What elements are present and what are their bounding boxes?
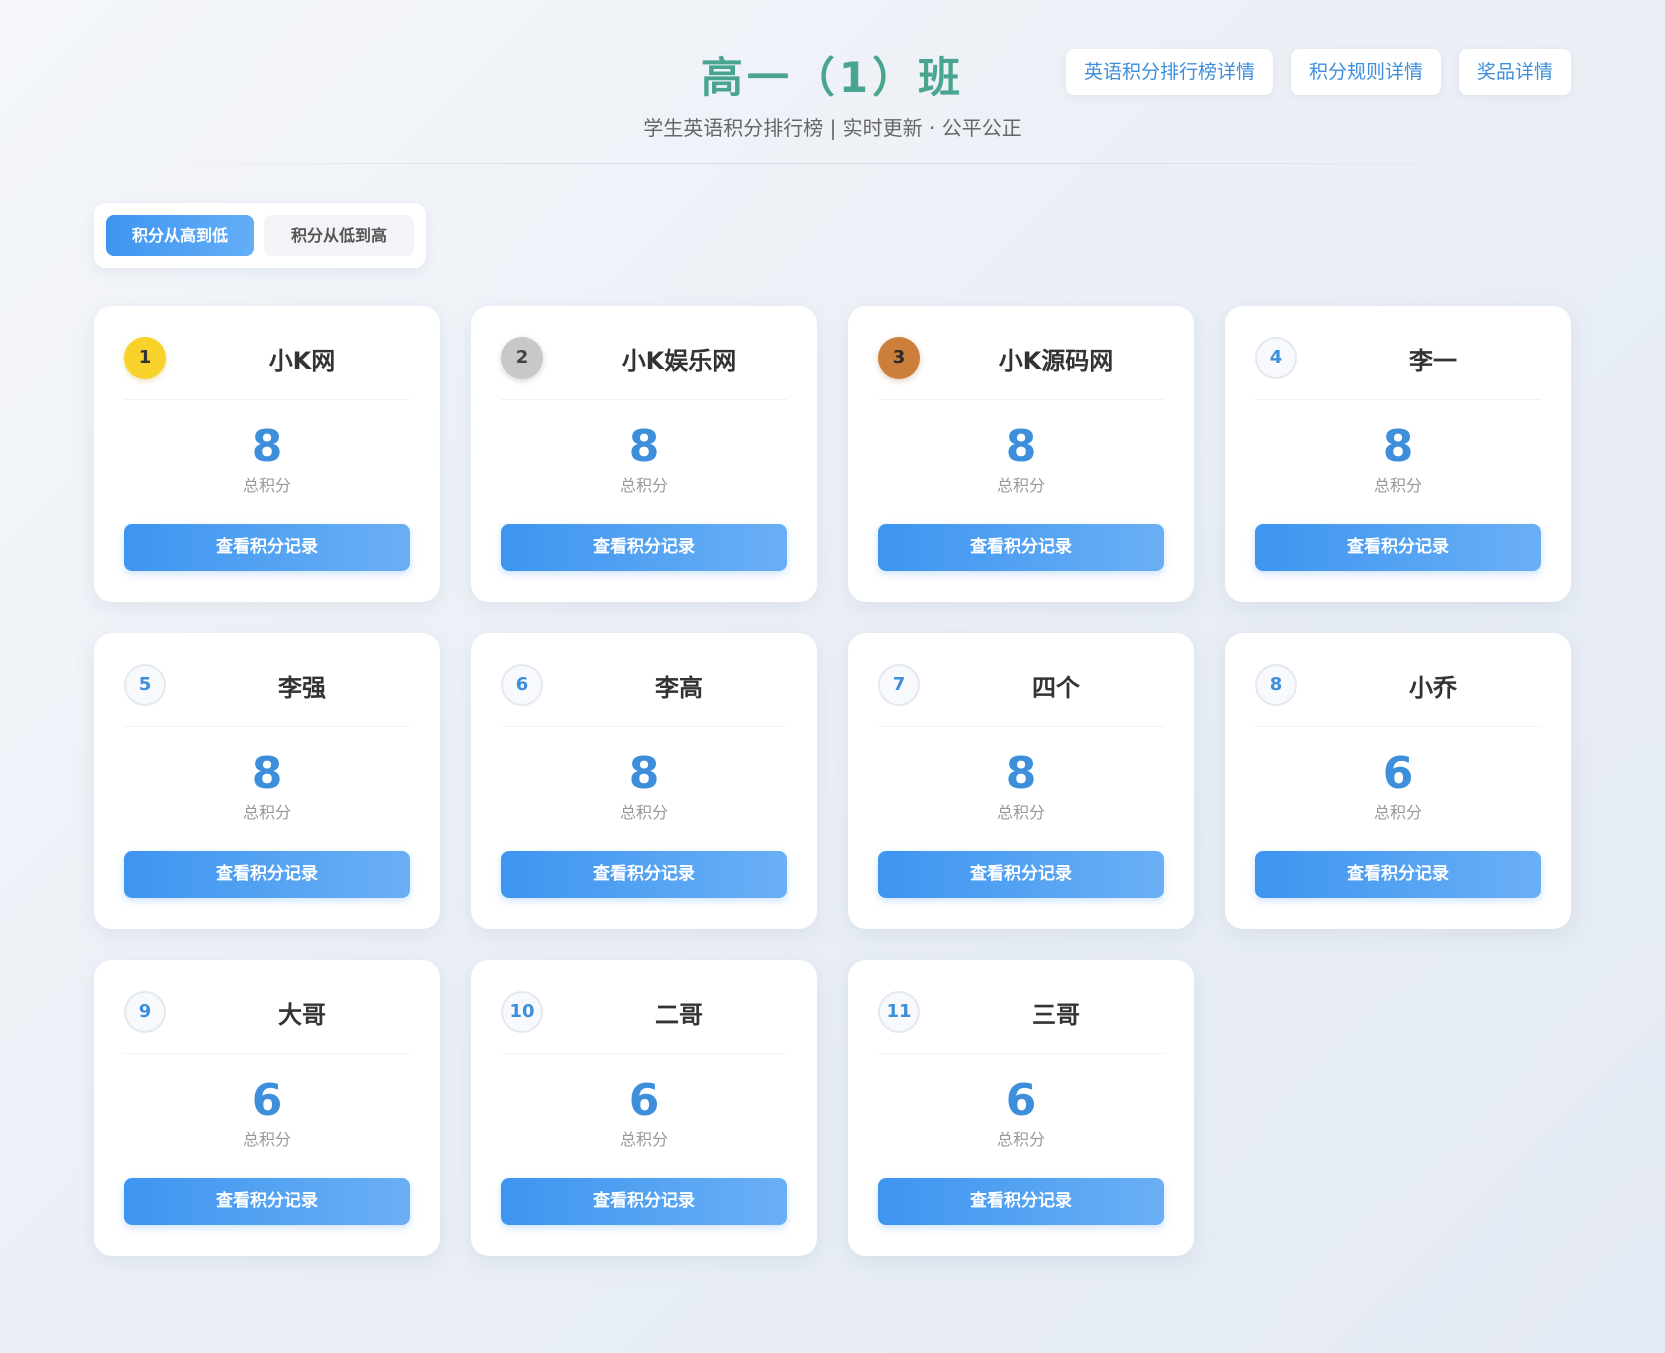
header-divider xyxy=(130,163,1570,164)
view-score-record-button[interactable]: 查看积分记录 xyxy=(1255,524,1541,571)
student-card: 1 小K网 8 总积分查看积分记录 xyxy=(94,306,440,602)
rank-badge: 2 xyxy=(501,337,543,379)
student-name: 李强 xyxy=(278,674,326,702)
score-value: 8 xyxy=(1005,748,1037,799)
rank-badge: 8 xyxy=(1255,664,1297,706)
student-card: 9 大哥 6 总积分查看积分记录 xyxy=(94,960,440,1256)
view-score-record-button[interactable]: 查看积分记录 xyxy=(124,524,410,571)
prize-details-link[interactable]: 奖品详情 xyxy=(1458,49,1571,95)
sort-toggle: 积分从高到低 积分从低到高 xyxy=(94,203,426,268)
score-value: 6 xyxy=(251,1075,283,1126)
score-label: 总积分 xyxy=(1373,803,1422,822)
rank-badge: 9 xyxy=(124,991,166,1033)
student-name: 大哥 xyxy=(278,1001,326,1029)
view-score-record-button[interactable]: 查看积分记录 xyxy=(878,851,1164,898)
card-divider xyxy=(878,1053,1164,1054)
score-label: 总积分 xyxy=(242,476,291,495)
student-card: 10 二哥 6 总积分查看积分记录 xyxy=(471,960,817,1256)
score-label: 总积分 xyxy=(996,476,1045,495)
student-name: 小K网 xyxy=(268,347,336,375)
score-value: 8 xyxy=(251,421,283,472)
score-label: 总积分 xyxy=(996,1130,1045,1149)
student-name: 小K娱乐网 xyxy=(621,347,737,375)
view-score-record-button[interactable]: 查看积分记录 xyxy=(501,524,787,571)
view-score-record-button[interactable]: 查看积分记录 xyxy=(1255,851,1541,898)
score-label: 总积分 xyxy=(619,1130,668,1149)
score-value: 6 xyxy=(628,1075,660,1126)
student-card: 8 小乔 6 总积分查看积分记录 xyxy=(1225,633,1571,929)
card-divider xyxy=(124,1053,410,1054)
rank-badge: 7 xyxy=(878,664,920,706)
card-divider xyxy=(1255,399,1541,400)
sort-low-to-high-button[interactable]: 积分从低到高 xyxy=(264,215,414,256)
view-score-record-button[interactable]: 查看积分记录 xyxy=(878,1178,1164,1225)
rank-badge: 4 xyxy=(1255,337,1297,379)
score-value: 8 xyxy=(628,421,660,472)
student-name: 李高 xyxy=(655,674,703,702)
score-label: 总积分 xyxy=(1373,476,1422,495)
score-label: 总积分 xyxy=(996,803,1045,822)
card-divider xyxy=(878,726,1164,727)
view-score-record-button[interactable]: 查看积分记录 xyxy=(501,851,787,898)
student-card: 6 李高 8 总积分查看积分记录 xyxy=(471,633,817,929)
rank-badge: 10 xyxy=(501,991,543,1033)
view-score-record-button[interactable]: 查看积分记录 xyxy=(124,851,410,898)
card-divider xyxy=(878,399,1164,400)
score-value: 8 xyxy=(1005,421,1037,472)
score-label: 总积分 xyxy=(242,1130,291,1149)
rank-badge: 1 xyxy=(124,337,166,379)
student-name: 二哥 xyxy=(655,1001,703,1029)
card-divider xyxy=(501,399,787,400)
student-card: 5 李强 8 总积分查看积分记录 xyxy=(94,633,440,929)
page-subtitle: 学生英语积分排行榜 | 实时更新 · 公平公正 xyxy=(643,116,1022,140)
rank-badge: 11 xyxy=(878,991,920,1033)
score-value: 8 xyxy=(628,748,660,799)
student-card: 2 小K娱乐网 8 总积分查看积分记录 xyxy=(471,306,817,602)
score-label: 总积分 xyxy=(242,803,291,822)
score-value: 6 xyxy=(1382,748,1414,799)
student-card-grid: 1 小K网 8 总积分 查看积分记录 2 小K娱乐网 8 总积分 查看积分记录 3 小K源码网 8 总积分… xyxy=(94,306,1571,1256)
rank-badge: 5 xyxy=(124,664,166,706)
student-card: 4 李一 8 总积分查看积分记录 xyxy=(1225,306,1571,602)
student-name: 四个 xyxy=(1032,674,1080,702)
student-name: 李一 xyxy=(1409,347,1457,375)
top-links: 英语积分排行榜详情 积分规则详情 奖品详情 xyxy=(1065,49,1571,95)
student-card: 11 三哥 6 总积分查看积分记录 xyxy=(848,960,1194,1256)
score-value: 6 xyxy=(1005,1075,1037,1126)
card-divider xyxy=(501,726,787,727)
student-name: 三哥 xyxy=(1032,1001,1080,1029)
student-card: 3 小K源码网 8 总积分查看积分记录 xyxy=(848,306,1194,602)
student-name: 小K源码网 xyxy=(998,347,1114,375)
page-header: 高一（1）班 学生英语积分排行榜 | 实时更新 · 公平公正 英语积分排行榜详情… xyxy=(0,0,1665,170)
view-score-record-button[interactable]: 查看积分记录 xyxy=(878,524,1164,571)
view-score-record-button[interactable]: 查看积分记录 xyxy=(501,1178,787,1225)
student-name: 小乔 xyxy=(1409,674,1457,702)
rank-badge: 6 xyxy=(501,664,543,706)
rules-details-link[interactable]: 积分规则详情 xyxy=(1290,49,1441,95)
score-label: 总积分 xyxy=(619,803,668,822)
sort-high-to-low-button[interactable]: 积分从高到低 xyxy=(106,215,254,256)
score-value: 8 xyxy=(1382,421,1414,472)
card-divider xyxy=(124,726,410,727)
view-score-record-button[interactable]: 查看积分记录 xyxy=(124,1178,410,1225)
score-value: 8 xyxy=(251,748,283,799)
card-divider xyxy=(124,399,410,400)
ranking-details-link[interactable]: 英语积分排行榜详情 xyxy=(1065,49,1273,95)
rank-badge: 3 xyxy=(878,337,920,379)
student-card: 7 四个 8 总积分查看积分记录 xyxy=(848,633,1194,929)
score-label: 总积分 xyxy=(619,476,668,495)
card-divider xyxy=(501,1053,787,1054)
card-divider xyxy=(1255,726,1541,727)
